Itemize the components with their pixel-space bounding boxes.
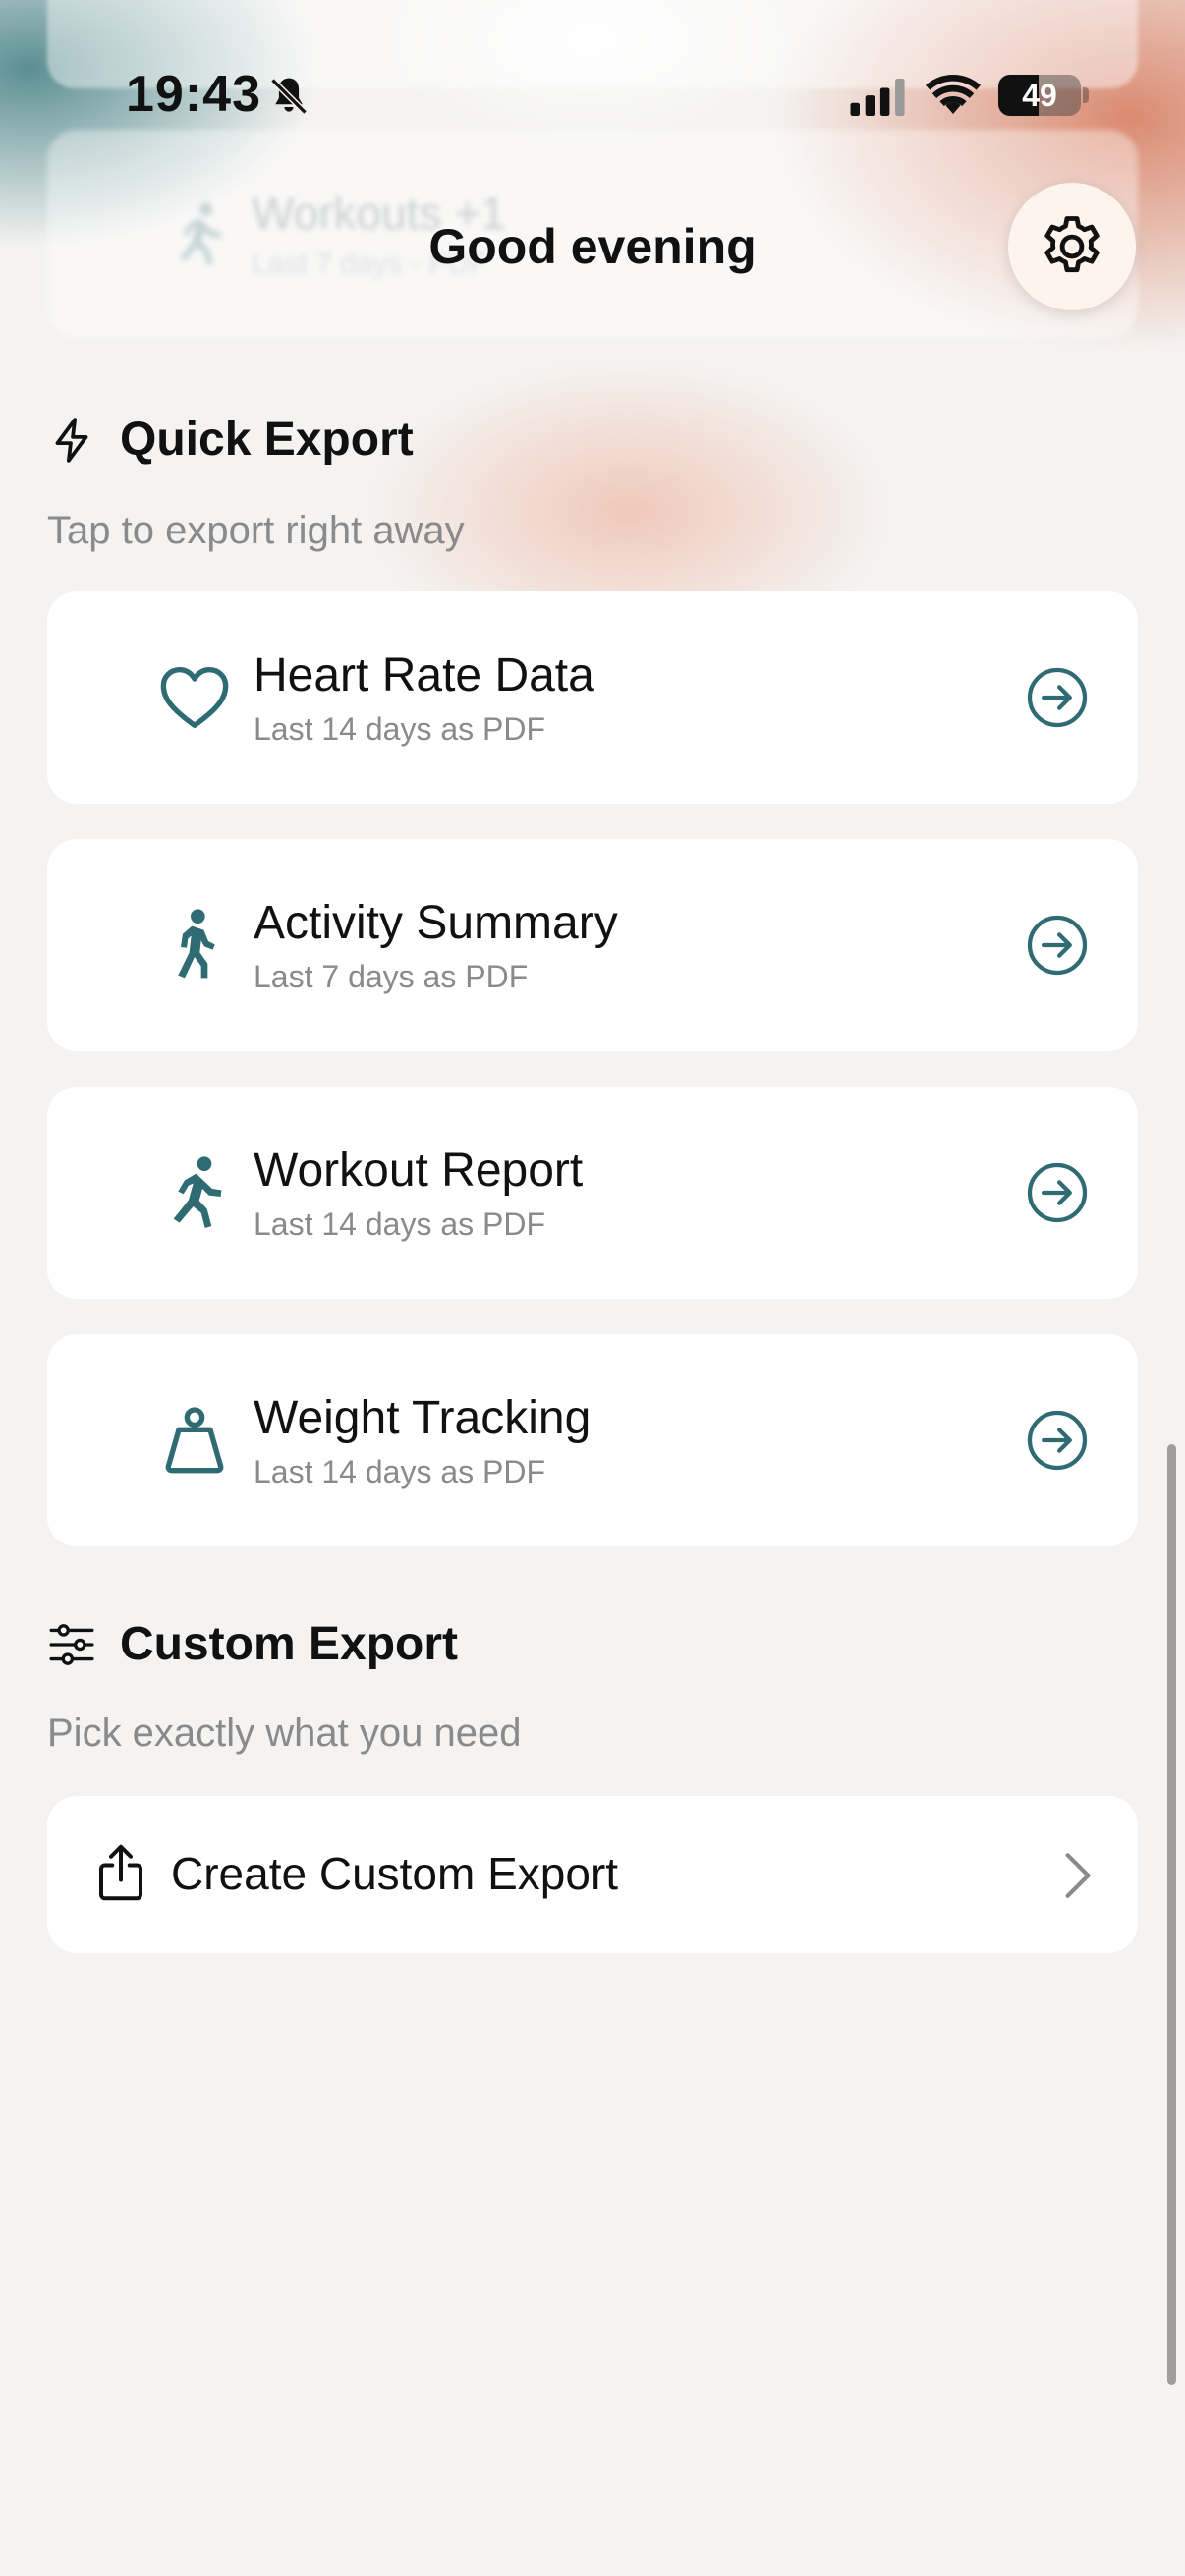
- running-icon: [173, 1156, 222, 1228]
- export-card-activity-summary[interactable]: Activity Summary Last 7 days as PDF: [47, 839, 1138, 1051]
- status-time: 19:43: [126, 66, 261, 123]
- create-custom-export-button[interactable]: Create Custom Export: [47, 1796, 1138, 1953]
- walking-icon: [178, 909, 215, 979]
- arrow-circle-right-icon[interactable]: [1026, 666, 1089, 729]
- arrow-circle-right-icon[interactable]: [1026, 1161, 1089, 1224]
- custom-export-title: Custom Export: [120, 1618, 459, 1670]
- custom-export-header: Custom Export: [47, 1617, 458, 1671]
- export-card-title: Weight Tracking: [254, 1392, 592, 1444]
- chevron-right-icon: [1065, 1853, 1091, 1898]
- export-card-subtitle: Last 14 days as PDF: [254, 1454, 546, 1489]
- status-bar: 19:43 49: [0, 0, 1185, 123]
- bell-slash-icon: [270, 78, 308, 115]
- export-card-heart-rate[interactable]: Heart Rate Data Last 14 days as PDF: [47, 591, 1138, 804]
- battery-indicator: 49: [998, 75, 1081, 116]
- export-card-title: Heart Rate Data: [254, 649, 594, 701]
- share-icon: [99, 1844, 142, 1901]
- heart-icon: [160, 667, 229, 728]
- custom-export-subtitle: Pick exactly what you need: [47, 1711, 522, 1755]
- battery-nub: [1083, 87, 1089, 103]
- quick-export-title: Quick Export: [120, 414, 414, 466]
- scrollbar[interactable]: [1167, 1444, 1176, 2385]
- export-card-title: Activity Summary: [254, 897, 618, 949]
- quick-export-header: Quick Export: [47, 413, 414, 467]
- export-card-subtitle: Last 14 days as PDF: [254, 711, 546, 747]
- export-card-title: Workout Report: [254, 1145, 584, 1197]
- sliders-icon: [49, 1623, 94, 1665]
- export-card-workout-report[interactable]: Workout Report Last 14 days as PDF: [47, 1087, 1138, 1299]
- signal-icon: [850, 79, 905, 116]
- settings-button[interactable]: [1008, 183, 1136, 310]
- arrow-circle-right-icon[interactable]: [1026, 1409, 1089, 1472]
- weight-icon: [165, 1407, 224, 1474]
- create-custom-export-label: Create Custom Export: [171, 1848, 619, 1899]
- export-card-subtitle: Last 7 days as PDF: [254, 959, 529, 994]
- wifi-icon: [926, 75, 981, 114]
- gear-icon: [1044, 216, 1100, 273]
- export-card-subtitle: Last 14 days as PDF: [254, 1206, 546, 1242]
- lightning-icon: [55, 417, 88, 463]
- quick-export-subtitle: Tap to export right away: [47, 509, 465, 552]
- export-card-weight-tracking[interactable]: Weight Tracking Last 14 days as PDF: [47, 1334, 1138, 1546]
- arrow-circle-right-icon[interactable]: [1026, 914, 1089, 977]
- battery-percent: 49: [1022, 78, 1057, 113]
